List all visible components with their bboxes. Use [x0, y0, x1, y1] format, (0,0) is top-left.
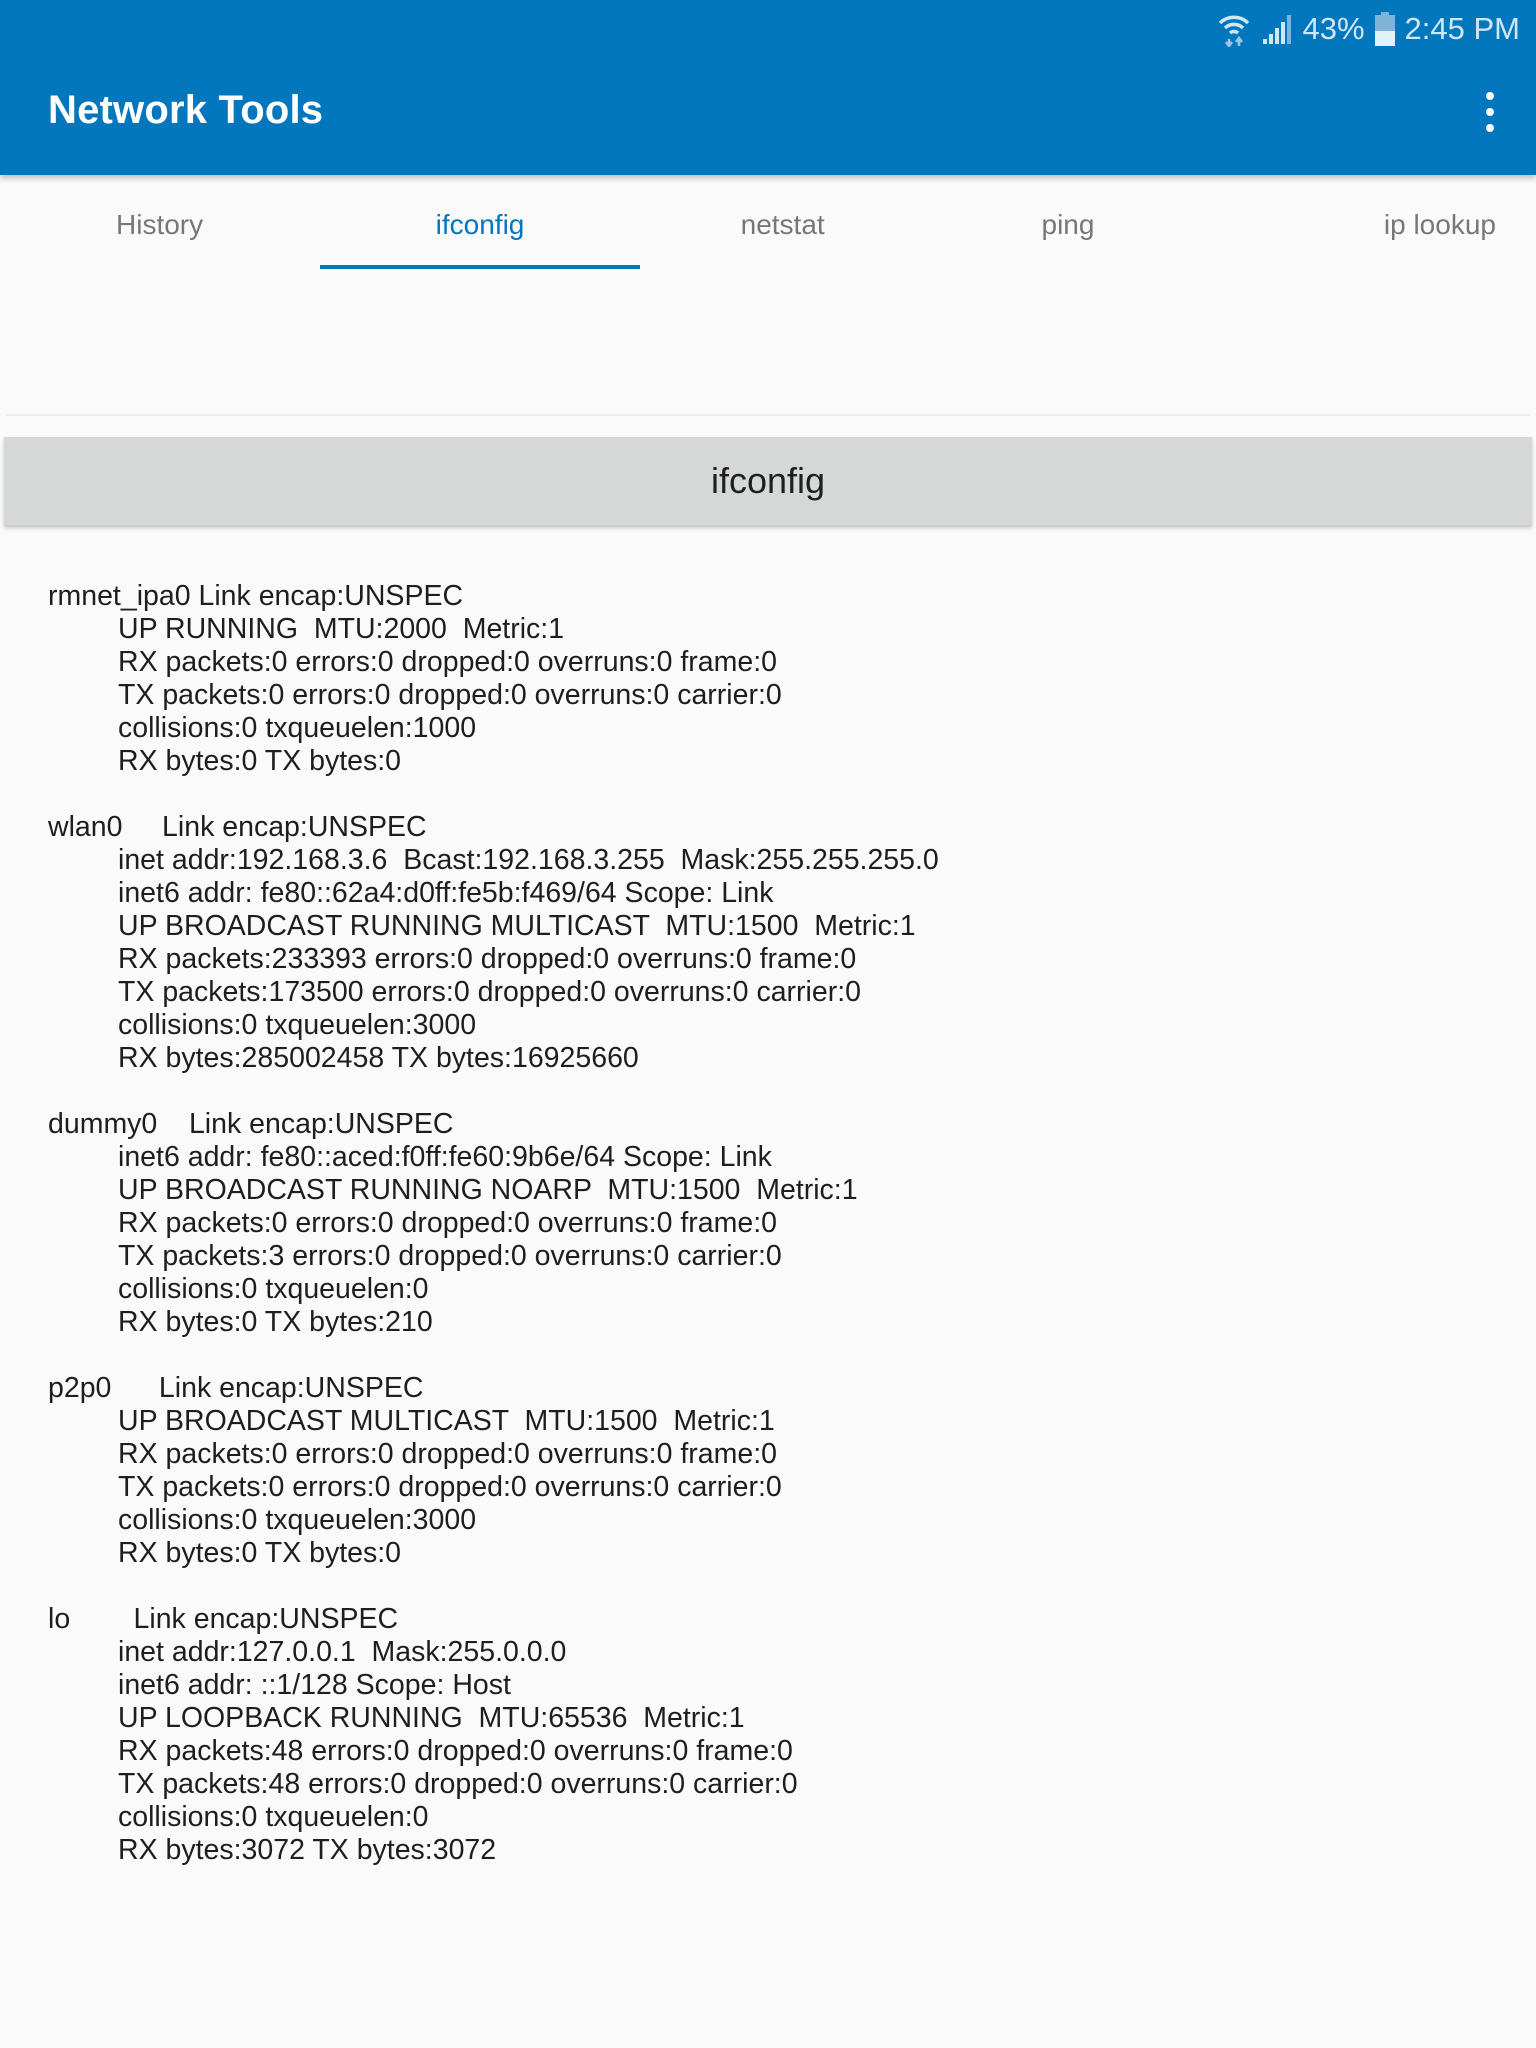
interface-detail-line: TX packets:3 errors:0 dropped:0 overruns… — [118, 1240, 782, 1272]
interface-detail-line: TX packets:48 errors:0 dropped:0 overrun… — [118, 1768, 798, 1800]
interface-detail-line: RX packets:0 errors:0 dropped:0 overruns… — [118, 1438, 777, 1470]
interface-header: dummy0 Link encap:UNSPEC — [48, 1108, 454, 1140]
interface-detail-line: RX packets:0 errors:0 dropped:0 overruns… — [118, 1207, 777, 1239]
interface-block-p2p0: p2p0 Link encap:UNSPEC UP BROADCAST MULTI… — [48, 1372, 1496, 1570]
status-bar: 43% 2:45 PM — [1217, 4, 1520, 54]
interface-detail-line: RX bytes:0 TX bytes:0 — [118, 745, 402, 777]
tab-ping[interactable]: ping — [925, 175, 1210, 275]
interface-block-rmnet-ipa0: rmnet_ipa0 Link encap:UNSPEC UP RUNNING M… — [48, 580, 1496, 778]
interface-detail-line: RX bytes:285002458 TX bytes:16925660 — [118, 1042, 639, 1074]
section-header: ifconfig — [4, 437, 1532, 525]
interface-detail-line: UP LOOPBACK RUNNING MTU:65536 Metric:1 — [118, 1702, 745, 1734]
wifi-icon — [1217, 11, 1251, 47]
interface-header: lo Link encap:UNSPEC — [48, 1603, 399, 1635]
cellular-signal-icon — [1261, 13, 1293, 45]
interface-detail-line: collisions:0 txqueuelen:3000 — [118, 1504, 477, 1536]
tab-history[interactable]: History — [0, 175, 320, 275]
interface-detail-line: collisions:0 txqueuelen:0 — [118, 1801, 429, 1833]
tab-netstat[interactable]: netstat — [640, 175, 925, 275]
interface-detail-line: RX packets:233393 errors:0 dropped:0 ove… — [118, 943, 857, 975]
interface-detail-line: inet6 addr: fe80::aced:f0ff:fe60:9b6e/64… — [118, 1141, 772, 1173]
battery-percent: 43% — [1302, 11, 1365, 46]
interface-detail-line: UP BROADCAST RUNNING MULTICAST MTU:1500 … — [118, 910, 916, 942]
tab-bar: History ifconfig netstat ping ip lookup — [0, 175, 1536, 275]
overflow-menu-icon-dot — [1486, 92, 1494, 100]
interface-detail-line: RX packets:0 errors:0 dropped:0 overruns… — [118, 646, 777, 678]
interface-block-lo: lo Link encap:UNSPEC inet addr:127.0.0.1 … — [48, 1603, 1496, 1867]
tab-ip-lookup[interactable]: ip lookup — [1211, 175, 1536, 275]
interface-detail-line: RX packets:48 errors:0 dropped:0 overrun… — [118, 1735, 793, 1767]
interface-detail-line: inet6 addr: fe80::62a4:d0ff:fe5b:f469/64… — [118, 877, 774, 909]
interface-detail-line: UP BROADCAST MULTICAST MTU:1500 Metric:1 — [118, 1405, 775, 1437]
interface-block-wlan0: wlan0 Link encap:UNSPEC inet addr:192.168… — [48, 811, 1496, 1075]
interface-detail-line: UP RUNNING MTU:2000 Metric:1 — [118, 613, 565, 645]
app-bar: 43% 2:45 PM Network Tools — [0, 0, 1536, 175]
overflow-menu-icon-dot — [1486, 124, 1494, 132]
battery-icon — [1374, 12, 1395, 46]
interface-detail-line: UP BROADCAST RUNNING NOARP MTU:1500 Metr… — [118, 1174, 858, 1206]
interface-header: wlan0 Link encap:UNSPEC — [48, 811, 427, 843]
ifconfig-output: rmnet_ipa0 Link encap:UNSPEC UP RUNNING M… — [48, 580, 1496, 1900]
divider — [6, 414, 1530, 416]
interface-detail-line: RX bytes:3072 TX bytes:3072 — [118, 1834, 497, 1866]
overflow-menu-button[interactable] — [1480, 92, 1500, 132]
clock: 2:45 PM — [1404, 11, 1520, 46]
interface-detail-line: collisions:0 txqueuelen:1000 — [118, 712, 477, 744]
interface-detail-line: TX packets:0 errors:0 dropped:0 overruns… — [118, 1471, 782, 1503]
interface-detail-line: TX packets:0 errors:0 dropped:0 overruns… — [118, 679, 782, 711]
interface-detail-line: collisions:0 txqueuelen:0 — [118, 1273, 429, 1305]
app-title: Network Tools — [48, 88, 324, 132]
interface-detail-line: RX bytes:0 TX bytes:0 — [118, 1537, 402, 1569]
interface-header: rmnet_ipa0 Link encap:UNSPEC — [48, 580, 464, 612]
interface-detail-line: inet addr:192.168.3.6 Bcast:192.168.3.25… — [118, 844, 939, 876]
interface-block-dummy0: dummy0 Link encap:UNSPEC inet6 addr: fe80… — [48, 1108, 1496, 1339]
interface-detail-line: inet addr:127.0.0.1 Mask:255.0.0.0 — [118, 1636, 567, 1668]
interface-detail-line: RX bytes:0 TX bytes:210 — [118, 1306, 433, 1338]
interface-detail-line: inet6 addr: ::1/128 Scope: Host — [118, 1669, 511, 1701]
interface-detail-line: TX packets:173500 errors:0 dropped:0 ove… — [118, 976, 861, 1008]
tab-ifconfig[interactable]: ifconfig — [320, 175, 640, 275]
interface-header: p2p0 Link encap:UNSPEC — [48, 1372, 424, 1404]
overflow-menu-icon-dot — [1486, 108, 1494, 116]
interface-detail-line: collisions:0 txqueuelen:3000 — [118, 1009, 477, 1041]
